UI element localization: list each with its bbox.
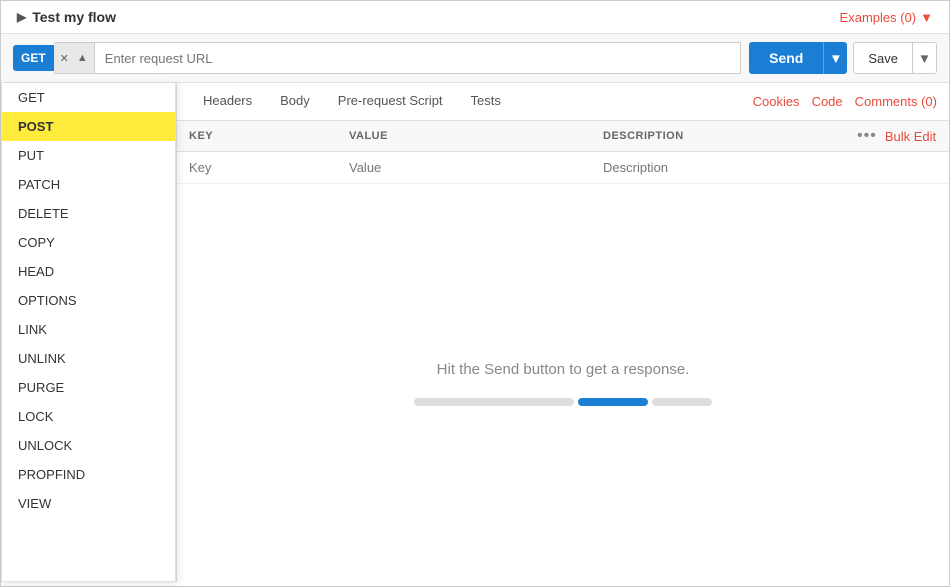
method-option-unlock[interactable]: UNLOCK — [2, 431, 175, 460]
tabs-right: Cookies Code Comments (0) — [753, 94, 937, 109]
send-dropdown-button[interactable]: ▼ — [823, 42, 847, 74]
key-input[interactable] — [189, 160, 349, 175]
cookies-link[interactable]: Cookies — [753, 94, 800, 109]
table-header: KEY VALUE DESCRIPTION ••• Bulk Edit — [177, 121, 949, 152]
method-option-post[interactable]: POST — [2, 112, 175, 141]
bar-segment-right — [652, 398, 712, 406]
send-button-group: Send ▼ — [749, 42, 847, 74]
tab-body[interactable]: Body — [266, 83, 324, 120]
url-bar: GET ✕ ▲ Send ▼ Save ▼ — [1, 34, 949, 83]
tab-tests[interactable]: Tests — [457, 83, 515, 120]
method-option-purge[interactable]: PURGE — [2, 373, 175, 402]
method-option-head[interactable]: HEAD — [2, 257, 175, 286]
dots-icon[interactable]: ••• — [857, 127, 877, 145]
method-option-view[interactable]: VIEW — [2, 489, 175, 518]
title-chevron-icon: ▶ — [17, 10, 26, 24]
method-option-link[interactable]: LINK — [2, 315, 175, 344]
tabs-left: Headers Body Pre-request Script Tests — [189, 83, 515, 120]
method-dropdown-icon[interactable]: ▲ — [75, 50, 90, 66]
method-dropdown-menu: GET POST PUT PATCH DELETE COPY HEAD OPTI… — [1, 83, 176, 582]
method-controls: ✕ ▲ — [54, 42, 95, 74]
method-label: GET — [21, 51, 46, 65]
method-option-delete[interactable]: DELETE — [2, 199, 175, 228]
header-title-group: ▶ Test my flow — [17, 9, 116, 25]
save-dropdown-button[interactable]: ▼ — [913, 42, 937, 74]
url-input[interactable] — [95, 42, 741, 74]
method-option-lock[interactable]: LOCK — [2, 402, 175, 431]
app-header: ▶ Test my flow Examples (0) ▼ — [1, 1, 949, 34]
save-button[interactable]: Save — [853, 42, 913, 74]
method-option-copy[interactable]: COPY — [2, 228, 175, 257]
col-actions-header: ••• Bulk Edit — [857, 127, 937, 145]
response-bar — [414, 398, 712, 406]
request-panel: Headers Body Pre-request Script Tests Co… — [176, 83, 949, 582]
method-option-options[interactable]: OPTIONS — [2, 286, 175, 315]
examples-link[interactable]: Examples (0) ▼ — [840, 10, 933, 25]
save-button-group: Save ▼ — [853, 42, 937, 74]
method-option-propfind[interactable]: PROPFIND — [2, 460, 175, 489]
bar-segment-blue — [578, 398, 648, 406]
col-key-header: KEY — [189, 130, 349, 142]
response-area: Hit the Send button to get a response. — [177, 184, 949, 582]
method-option-get[interactable]: GET — [2, 83, 175, 112]
bulk-edit-button[interactable]: Bulk Edit — [885, 129, 936, 144]
row-desc-cell — [603, 160, 857, 175]
description-input[interactable] — [603, 160, 857, 175]
row-value-cell — [349, 160, 603, 175]
clear-method-icon[interactable]: ✕ — [58, 50, 71, 67]
row-key-cell — [189, 160, 349, 175]
method-button[interactable]: GET — [13, 45, 54, 71]
response-message: Hit the Send button to get a response. — [437, 361, 690, 378]
method-option-unlink[interactable]: UNLINK — [2, 344, 175, 373]
col-value-header: VALUE — [349, 130, 603, 142]
value-input[interactable] — [349, 160, 603, 175]
col-desc-header: DESCRIPTION — [603, 130, 857, 142]
table-row — [177, 152, 949, 184]
tab-headers[interactable]: Headers — [189, 83, 266, 120]
tab-pre-request-script[interactable]: Pre-request Script — [324, 83, 457, 120]
method-option-put[interactable]: PUT — [2, 141, 175, 170]
page-title: Test my flow — [32, 9, 116, 25]
comments-link[interactable]: Comments (0) — [855, 94, 937, 109]
bar-segment-left — [414, 398, 574, 406]
code-link[interactable]: Code — [812, 94, 843, 109]
send-button[interactable]: Send — [749, 42, 823, 74]
main-layout: GET POST PUT PATCH DELETE COPY HEAD OPTI… — [1, 83, 949, 582]
tabs-bar: Headers Body Pre-request Script Tests Co… — [177, 83, 949, 121]
method-option-patch[interactable]: PATCH — [2, 170, 175, 199]
